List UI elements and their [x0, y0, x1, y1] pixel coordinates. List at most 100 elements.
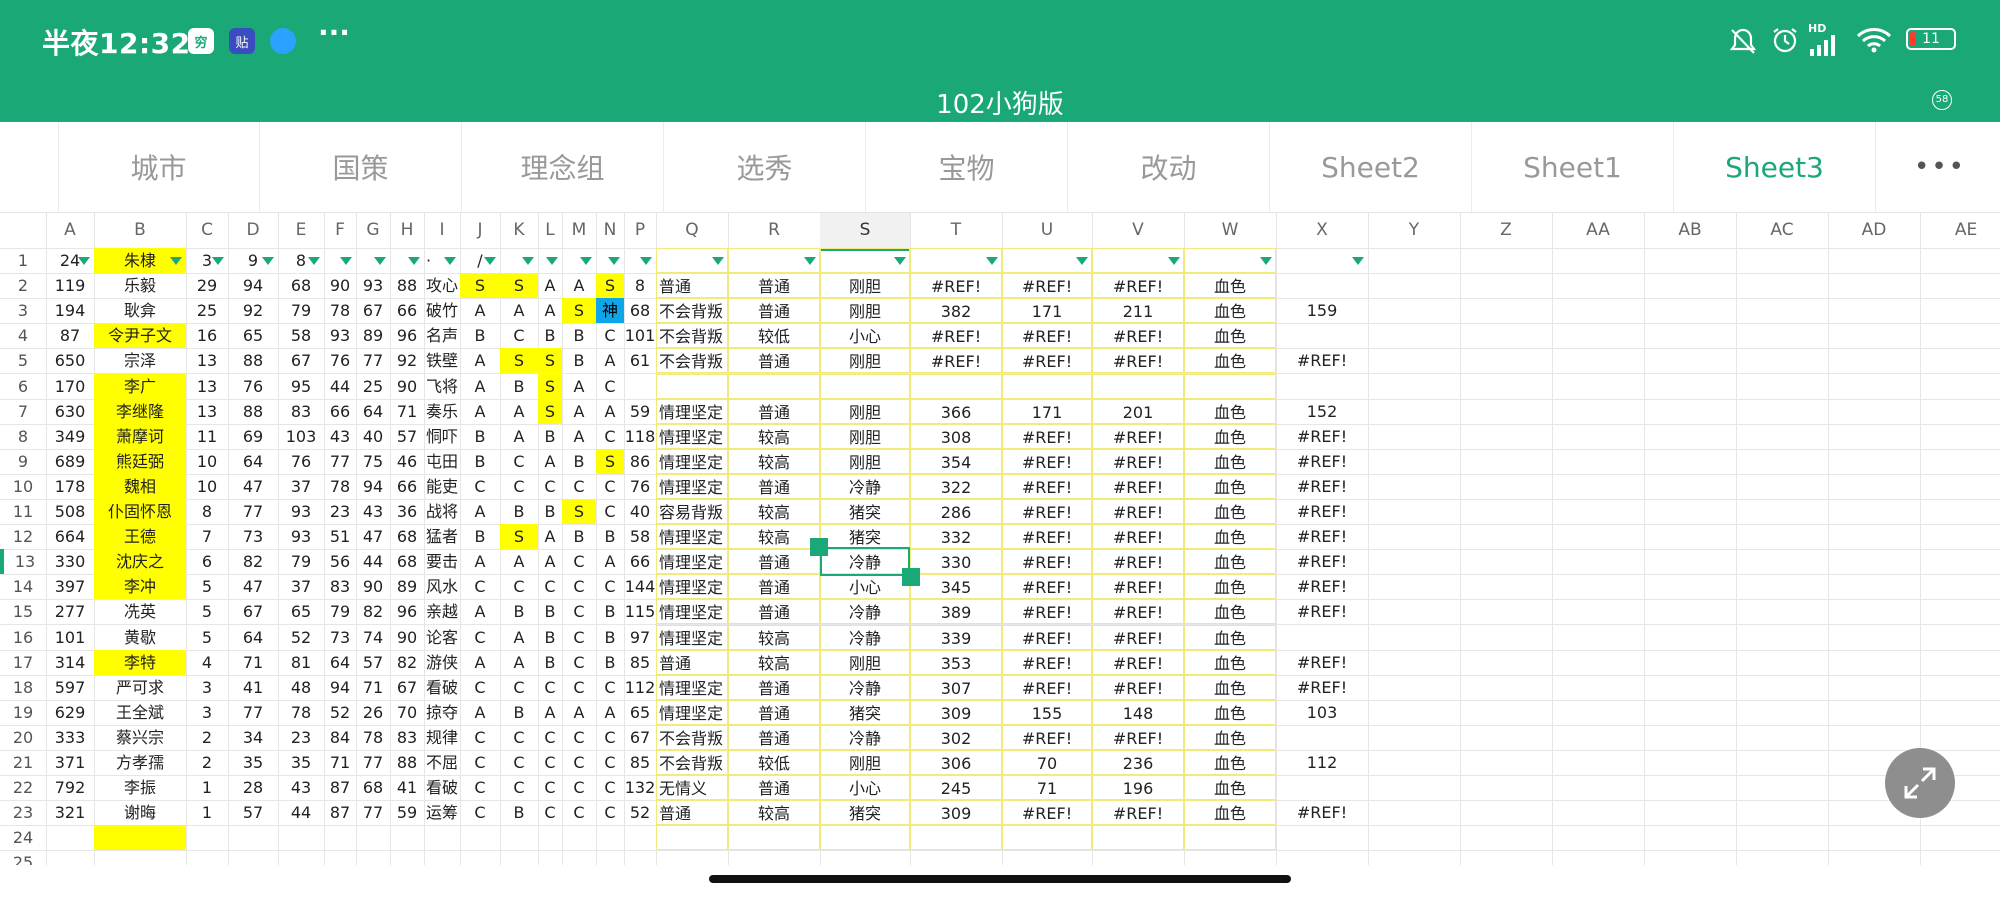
cell-j6[interactable]: A [460, 374, 500, 399]
cell-b2[interactable]: 乐毅 [94, 273, 186, 298]
cell-g3[interactable]: 67 [356, 298, 390, 323]
cell-g20[interactable]: 78 [356, 725, 390, 750]
cell-n9[interactable]: S [596, 448, 624, 474]
cell-s16[interactable]: 冷静 [820, 624, 910, 650]
cell-p15[interactable]: 115 [624, 599, 656, 624]
cell-n15[interactable]: B [596, 599, 624, 624]
cell-k2[interactable]: S [500, 273, 538, 299]
cell-i15[interactable]: 亲越 [424, 599, 460, 624]
row-header[interactable]: 18 [0, 675, 46, 700]
selection-end-handle[interactable] [902, 568, 920, 587]
cell-i23[interactable]: 运筹 [424, 800, 460, 825]
cell-v6[interactable] [1092, 373, 1184, 399]
cell-m21[interactable]: C [562, 750, 596, 775]
row-header[interactable]: 5 [0, 348, 46, 373]
cell-b12[interactable]: 王德 [94, 524, 186, 550]
column-header-t[interactable]: T [910, 213, 1002, 248]
cell-g22[interactable]: 68 [356, 775, 390, 800]
cell-a16[interactable]: 101 [46, 625, 94, 650]
cell-b10[interactable]: 魏相 [94, 473, 186, 499]
cell-c18[interactable]: 3 [186, 675, 228, 700]
cell-t4[interactable]: #REF! [910, 323, 1002, 349]
column-header-b[interactable]: B [94, 213, 186, 248]
cell-e7[interactable]: 83 [278, 399, 324, 424]
cell-p12[interactable]: 58 [624, 524, 656, 549]
tab-sheet2[interactable]: Sheet2 [1270, 122, 1472, 212]
cell-m3[interactable]: S [562, 298, 596, 324]
cell-k16[interactable]: A [500, 625, 538, 650]
cell-g2[interactable]: 93 [356, 273, 390, 298]
cell-v12[interactable]: #REF! [1092, 524, 1184, 550]
cell-w9[interactable]: 血色 [1184, 448, 1276, 474]
home-indicator[interactable] [709, 875, 1291, 883]
cell-r8[interactable]: 较高 [728, 423, 820, 449]
cell-q18[interactable]: 情理坚定 [656, 674, 728, 700]
cell-h19[interactable]: 70 [390, 700, 424, 725]
cell-p21[interactable]: 85 [624, 750, 656, 775]
tab-选秀[interactable]: 选秀 [664, 122, 866, 212]
filter-dropdown-icon[interactable] [340, 257, 352, 265]
cell-l5[interactable]: S [538, 348, 562, 374]
cell-t3[interactable]: 382 [910, 298, 1002, 324]
cell-u15[interactable]: #REF! [1002, 599, 1092, 625]
spreadsheet-grid[interactable]: A B C D E F G H I J K L M N P Q R S T U V W X Y Z AA AB AC AD AE 1 24 朱棣… [0, 213, 2000, 865]
cell-n12[interactable]: B [596, 524, 624, 549]
cell-b9[interactable]: 熊廷弼 [94, 448, 186, 474]
cell-w14[interactable]: 血色 [1184, 574, 1276, 600]
cell-r24[interactable] [728, 825, 820, 851]
row-header[interactable]: 4 [0, 323, 46, 348]
cell-c9[interactable]: 10 [186, 449, 228, 474]
cell-a3[interactable]: 194 [46, 298, 94, 323]
cell-f20[interactable]: 84 [324, 725, 356, 750]
cell-x13[interactable]: #REF! [1276, 549, 1368, 574]
cell-w4[interactable]: 血色 [1184, 323, 1276, 349]
cell-t18[interactable]: 307 [910, 674, 1002, 700]
cell-f21[interactable]: 71 [324, 750, 356, 775]
cell-a12[interactable]: 664 [46, 524, 94, 549]
cell-p8[interactable]: 118 [624, 424, 656, 449]
cell-p3[interactable]: 68 [624, 298, 656, 323]
tab-理念组[interactable]: 理念组 [462, 122, 664, 212]
cell-p5[interactable]: 61 [624, 348, 656, 373]
cell-f11[interactable]: 23 [324, 499, 356, 524]
cell-n2[interactable]: S [596, 273, 624, 299]
cell-c4[interactable]: 16 [186, 323, 228, 348]
cell-h23[interactable]: 59 [390, 800, 424, 825]
cell-r21[interactable]: 较低 [728, 750, 820, 775]
cell-r14[interactable]: 普通 [728, 574, 820, 600]
cell-b5[interactable]: 宗泽 [94, 348, 186, 373]
cell-v19[interactable]: 148 [1092, 699, 1184, 725]
cell-v17[interactable]: #REF! [1092, 649, 1184, 675]
cell-d8[interactable]: 69 [228, 424, 278, 449]
cell-t23[interactable]: 309 [910, 800, 1002, 826]
filter-dropdown-icon[interactable] [170, 257, 182, 265]
cell-w5[interactable]: 血色 [1184, 348, 1276, 374]
cell-k18[interactable]: C [500, 675, 538, 700]
cell-j2[interactable]: S [460, 273, 500, 299]
cell-h14[interactable]: 89 [390, 574, 424, 599]
cell-c20[interactable]: 2 [186, 725, 228, 750]
cell-h6[interactable]: 90 [390, 374, 424, 399]
cell-g8[interactable]: 40 [356, 424, 390, 449]
cell-e22[interactable]: 43 [278, 775, 324, 800]
cell-c16[interactable]: 5 [186, 625, 228, 650]
cell-m16[interactable]: C [562, 625, 596, 650]
cell-k21[interactable]: C [500, 750, 538, 775]
cell-q13[interactable]: 情理坚定 [656, 549, 728, 575]
cell-b15[interactable]: 冼英 [94, 599, 186, 624]
cell-x7[interactable]: 152 [1276, 399, 1368, 424]
column-header-e[interactable]: E [278, 213, 324, 248]
cell-i2[interactable]: 攻心 [424, 273, 460, 298]
cell-e23[interactable]: 44 [278, 800, 324, 825]
cell-c21[interactable]: 2 [186, 750, 228, 775]
cell-x11[interactable]: #REF! [1276, 499, 1368, 524]
cell-v10[interactable]: #REF! [1092, 473, 1184, 499]
cell-j21[interactable]: C [460, 750, 500, 775]
cell-v5[interactable]: #REF! [1092, 348, 1184, 374]
cell-g16[interactable]: 74 [356, 625, 390, 650]
cell-l17[interactable]: B [538, 650, 562, 675]
cell-q5[interactable]: 不会背叛 [656, 348, 728, 374]
cell-a8[interactable]: 349 [46, 424, 94, 449]
cell-b3[interactable]: 耿弇 [94, 298, 186, 323]
cell-b14[interactable]: 李冲 [94, 574, 186, 600]
